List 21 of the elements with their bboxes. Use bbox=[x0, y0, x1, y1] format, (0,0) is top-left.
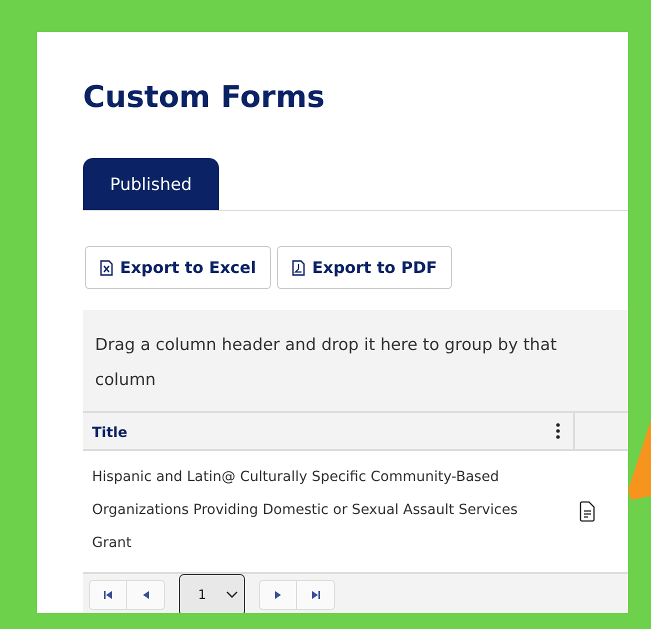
triangle-left-icon bbox=[140, 590, 150, 600]
previous-page-button[interactable] bbox=[127, 580, 165, 610]
skip-forward-icon bbox=[310, 590, 320, 600]
export-excel-button[interactable]: Export to Excel bbox=[85, 246, 272, 289]
page-dropdown[interactable]: 1 bbox=[179, 574, 245, 613]
next-page-button[interactable] bbox=[259, 580, 297, 610]
pdf-file-icon bbox=[292, 260, 306, 276]
triangle-right-icon bbox=[273, 590, 283, 600]
column-header[interactable]: Title bbox=[83, 422, 556, 440]
column-menu-icon[interactable] bbox=[556, 423, 560, 439]
export-pdf-button[interactable]: Export to PDF bbox=[277, 246, 452, 289]
tab[interactable]: Published bbox=[83, 158, 219, 210]
chevron-down-icon bbox=[226, 591, 238, 599]
skip-back-icon bbox=[103, 590, 113, 600]
last-page-button[interactable] bbox=[297, 580, 335, 610]
table-cell-text: Hispanic and Latin@ Culturally Specific Community-Based Organizations Providing Domestic or Sexual Assault Services Grant bbox=[91, 468, 519, 553]
page-title: Custom Forms bbox=[83, 79, 326, 117]
document-icon[interactable] bbox=[579, 501, 596, 522]
excel-file-icon bbox=[100, 260, 113, 276]
group-panel: Drag a column header and drop it here to group by that column bbox=[83, 310, 628, 413]
first-page-button[interactable] bbox=[89, 580, 127, 610]
